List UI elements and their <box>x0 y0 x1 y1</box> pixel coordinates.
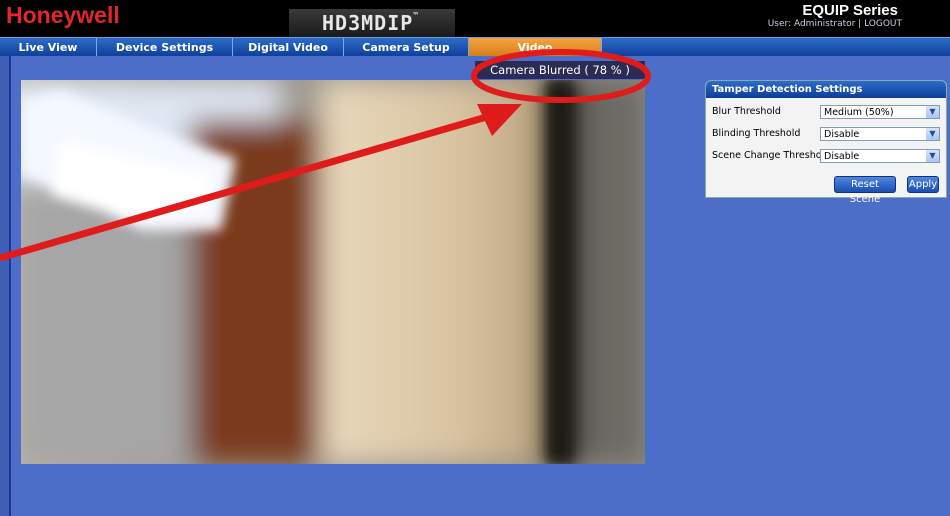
product-series: EQUIP Series <box>802 2 898 19</box>
blinding-threshold-select[interactable]: Disable ▼ <box>820 127 940 141</box>
chevron-down-icon[interactable]: ▼ <box>926 150 939 162</box>
chevron-down-icon[interactable]: ▼ <box>926 106 939 118</box>
honeywell-logo: Honeywell <box>6 2 120 28</box>
reset-scene-button[interactable]: Reset Scene <box>834 176 896 205</box>
top-header: Honeywell HD3MDIP™ EQUIP Series User: Ad… <box>0 0 950 37</box>
trademark-mark: ™ <box>413 11 420 20</box>
blur-threshold-select[interactable]: Medium (50%) ▼ <box>820 105 940 119</box>
blur-threshold-value: Medium (50%) <box>824 107 894 118</box>
tab-camera-setup[interactable]: Camera Setup <box>344 38 469 57</box>
scene-change-threshold-value: Disable <box>824 151 860 162</box>
blur-threshold-label: Blur Threshold <box>712 106 781 117</box>
tab-live-view[interactable]: Live View <box>0 38 97 57</box>
panel-title: Tamper Detection Settings <box>706 81 946 98</box>
tab-digital-video[interactable]: Digital Video <box>233 38 344 57</box>
apply-button[interactable]: Apply <box>907 176 939 193</box>
scene-change-threshold-select[interactable]: Disable ▼ <box>820 149 940 163</box>
scene-change-threshold-label: Scene Change Threshold <box>712 150 831 161</box>
tab-device-settings[interactable]: Device Settings <box>97 38 233 57</box>
model-text: HD3MDIP <box>322 11 414 35</box>
blinding-threshold-label: Blinding Threshold <box>712 128 801 139</box>
chevron-down-icon[interactable]: ▼ <box>926 128 939 140</box>
blurred-camera-image <box>21 80 645 464</box>
user-logout-line[interactable]: User: Administrator | LOGOUT <box>768 19 902 29</box>
tab-video[interactable]: Video <box>469 38 602 57</box>
model-name: HD3MDIP™ <box>322 11 419 35</box>
camera-blurred-status: Camera Blurred ( 78 % ) <box>475 61 645 79</box>
left-edge-bar <box>0 56 11 516</box>
tamper-detection-panel: Tamper Detection Settings Blur Threshold… <box>705 80 947 205</box>
live-video-frame <box>21 80 645 464</box>
main-nav: Live View Device Settings Digital Video … <box>0 37 950 57</box>
blinding-threshold-value: Disable <box>824 129 860 140</box>
